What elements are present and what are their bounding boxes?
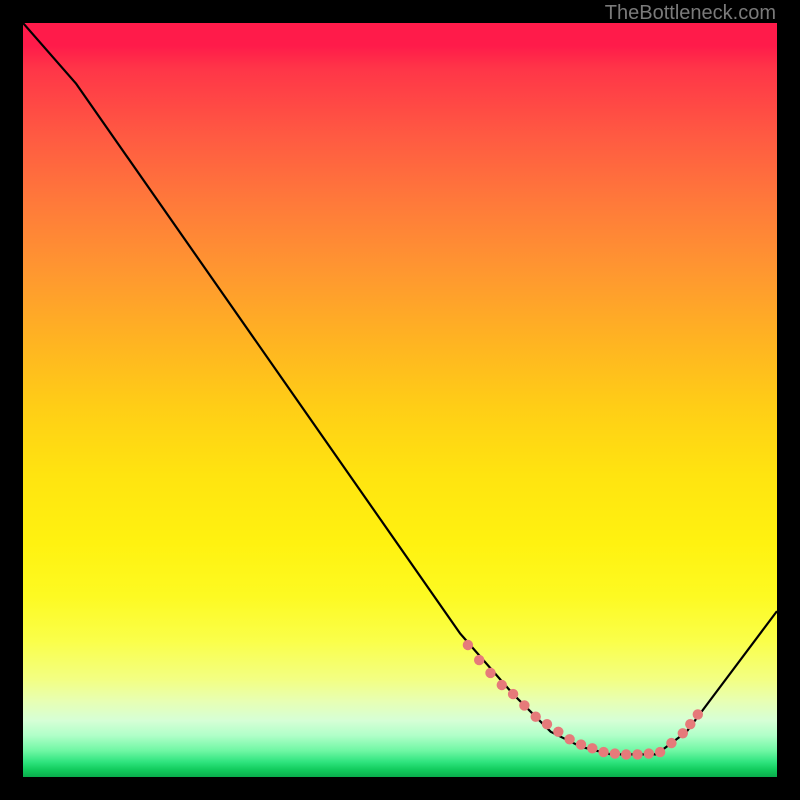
- watermark-text: TheBottleneck.com: [605, 2, 776, 25]
- gradient-plot-area: [23, 23, 777, 777]
